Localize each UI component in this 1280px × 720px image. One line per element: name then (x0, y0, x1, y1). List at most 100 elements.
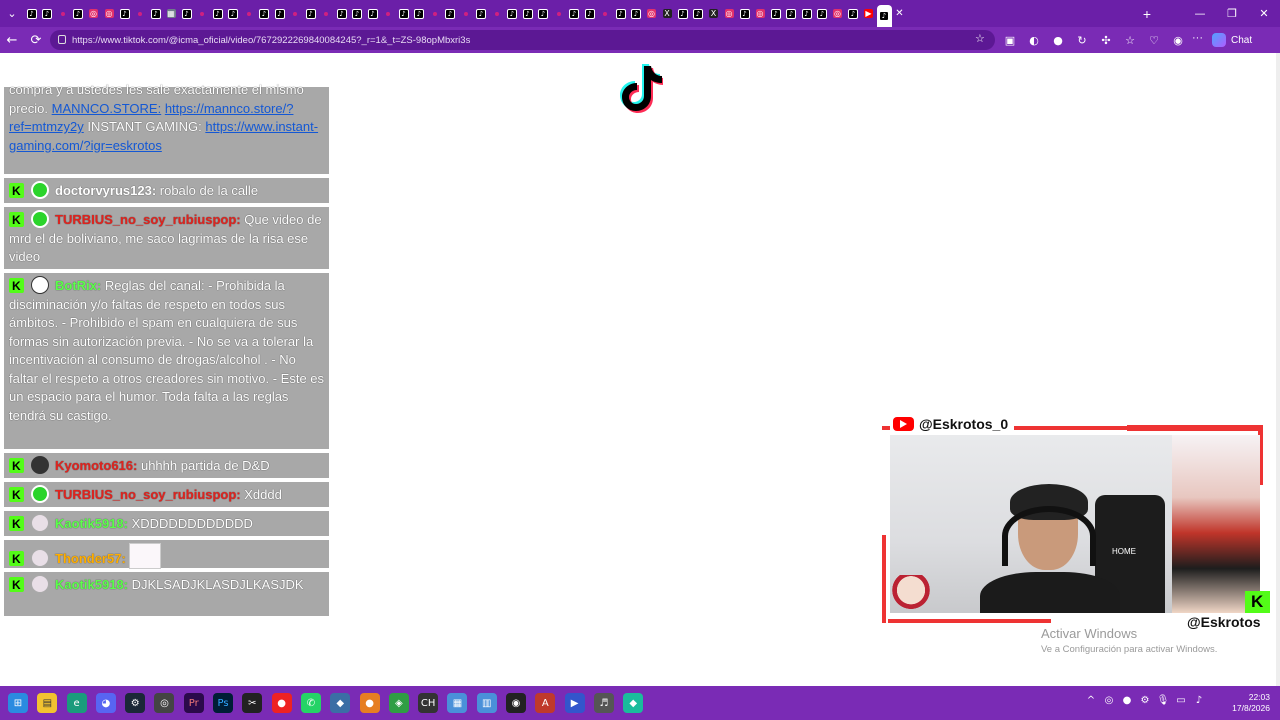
browser-tab[interactable]: ♪ (272, 4, 287, 24)
browser-tab[interactable] (319, 4, 334, 24)
browser-tab[interactable]: ♪ (815, 4, 830, 24)
chrome-tray-icon[interactable]: ◎ (1100, 695, 1118, 706)
browser-tab[interactable]: ♪ (876, 5, 892, 27)
refresh-ext-icon[interactable]: ↻ (1070, 34, 1094, 47)
taskbar-clock[interactable]: 22:03 17/8/2026 (1226, 692, 1270, 714)
show-hidden-icons-icon[interactable]: ^ (1082, 695, 1100, 706)
split-screen-icon[interactable]: ▣ (998, 34, 1022, 47)
whatsapp-icon[interactable]: ✆ (300, 693, 321, 713)
mic-icon[interactable]: 🎙 (1154, 695, 1172, 706)
browser-tab[interactable] (551, 4, 566, 24)
steam-tray-icon[interactable]: ⚙ (1136, 695, 1154, 706)
premiere-icon[interactable]: Pr (183, 693, 204, 713)
extensions-puzzle-icon[interactable]: ✣ (1094, 34, 1118, 47)
browser-tab[interactable]: ◎ (102, 4, 117, 24)
tab-search-chevron-icon[interactable]: ⌄ (0, 0, 24, 27)
capcut-icon[interactable]: ✂ (242, 693, 263, 713)
browser-tab[interactable] (55, 4, 70, 24)
browser-tab[interactable]: ♪ (179, 4, 194, 24)
browser-tab[interactable]: ♪ (474, 4, 489, 24)
app-icon[interactable]: ▥ (476, 693, 497, 713)
page-scrollbar[interactable] (1276, 53, 1280, 686)
reload-icon[interactable]: ⟳ (24, 27, 48, 53)
browser-tab[interactable]: ♪ (24, 4, 39, 24)
browser-tab[interactable]: X (660, 4, 675, 24)
browser-tab[interactable]: ◎ (644, 4, 659, 24)
browser-tab[interactable]: ◎ (830, 4, 845, 24)
close-tab-icon[interactable]: ✕ (892, 4, 907, 24)
browser-tab[interactable] (427, 4, 442, 24)
browser-tab[interactable]: ♪ (520, 4, 535, 24)
start-windows-icon[interactable]: ⊞ (8, 693, 28, 713)
photoshop-icon[interactable]: Ps (213, 693, 234, 713)
app-icon[interactable]: A (535, 693, 556, 713)
tray-app-icon[interactable]: ● (1118, 695, 1136, 706)
browser-tab[interactable]: ♪ (629, 4, 644, 24)
browser-tab[interactable]: ♪ (443, 4, 458, 24)
app-icon[interactable]: ◆ (623, 693, 644, 713)
steam-icon[interactable]: ⚙ (125, 693, 146, 713)
copilot-chat-button[interactable]: Chat (1212, 31, 1252, 49)
profile-avatar-icon[interactable]: ◉ (1166, 34, 1190, 47)
browser-tab[interactable]: ♪ (210, 4, 225, 24)
browser-tab[interactable] (133, 4, 148, 24)
browser-tab[interactable]: ♪ (226, 4, 241, 24)
chrome-icon[interactable]: ◎ (154, 693, 175, 713)
app-icon[interactable]: ◈ (388, 693, 409, 713)
browser-tab[interactable]: ♪ (691, 4, 706, 24)
minimize-icon[interactable]: — (1184, 0, 1216, 27)
browser-tab[interactable]: ♪ (257, 4, 272, 24)
browser-tab[interactable]: ♪ (582, 4, 597, 24)
close-icon[interactable]: ✕ (1248, 0, 1280, 27)
browser-tab[interactable]: ♪ (303, 4, 318, 24)
new-tab-button[interactable]: + (1134, 6, 1160, 22)
browser-tab[interactable]: ◎ (722, 4, 737, 24)
favorites-icon[interactable]: ☆ (1118, 34, 1142, 47)
browser-tab[interactable] (241, 4, 256, 24)
browser-tab[interactable]: ♪ (148, 4, 163, 24)
browser-tab[interactable]: ♪ (799, 4, 814, 24)
mannco-link[interactable]: MANNCO.STORE: (52, 101, 162, 116)
browser-tab[interactable]: ♪ (334, 4, 349, 24)
restore-icon[interactable]: ❐ (1216, 0, 1248, 27)
app-icon[interactable]: ▦ (447, 693, 468, 713)
browser-tab[interactable] (195, 4, 210, 24)
discord-icon[interactable]: ◕ (95, 693, 116, 713)
app-icon[interactable]: ● (359, 693, 380, 713)
browser-tab[interactable]: ♪ (737, 4, 752, 24)
browser-tab[interactable]: X (706, 4, 721, 24)
edge-browser-icon[interactable]: e (66, 693, 87, 713)
browser-tab[interactable]: ♪ (505, 4, 520, 24)
favorite-star-icon[interactable]: ☆ (975, 32, 985, 45)
browser-tab[interactable] (598, 4, 613, 24)
address-bar[interactable]: https://www.tiktok.com/@icma_oficial/vid… (50, 30, 995, 50)
browser-tab[interactable] (381, 4, 396, 24)
extension-red-icon[interactable]: ● (1046, 34, 1070, 47)
more-options-icon[interactable]: ··· (1192, 32, 1203, 44)
browser-tab[interactable]: ♪ (784, 4, 799, 24)
browser-tab[interactable]: ▦ (164, 4, 179, 24)
audio-app-icon[interactable]: ♬ (593, 693, 614, 713)
browser-tab[interactable]: ♪ (613, 4, 628, 24)
app-icon[interactable]: ▶ (564, 693, 585, 713)
extension-icon[interactable]: ◐ (1022, 34, 1046, 47)
recording-icon[interactable]: ● (271, 693, 292, 713)
browser-tab[interactable]: ♪ (396, 4, 411, 24)
obs-icon[interactable]: ◉ (506, 693, 527, 713)
browser-tab[interactable]: ♪ (365, 4, 380, 24)
browser-tab[interactable]: ♪ (412, 4, 427, 24)
browser-tab[interactable]: ♪ (350, 4, 365, 24)
file-explorer-icon[interactable]: ▤ (37, 693, 58, 713)
app-icon[interactable]: ◆ (330, 693, 351, 713)
app-icon[interactable]: CH (418, 693, 439, 713)
browser-tab[interactable]: ♪ (40, 4, 55, 24)
browser-tab[interactable] (458, 4, 473, 24)
browser-tab[interactable] (489, 4, 504, 24)
network-icon[interactable]: ▭ (1172, 695, 1190, 706)
browser-essentials-icon[interactable]: ♡ (1142, 34, 1166, 47)
browser-tab[interactable]: ◎ (86, 4, 101, 24)
back-icon[interactable]: ← (0, 27, 24, 53)
browser-tab[interactable]: ◎ (753, 4, 768, 24)
browser-tab[interactable]: ♪ (846, 4, 861, 24)
browser-tab[interactable]: ♪ (117, 4, 132, 24)
